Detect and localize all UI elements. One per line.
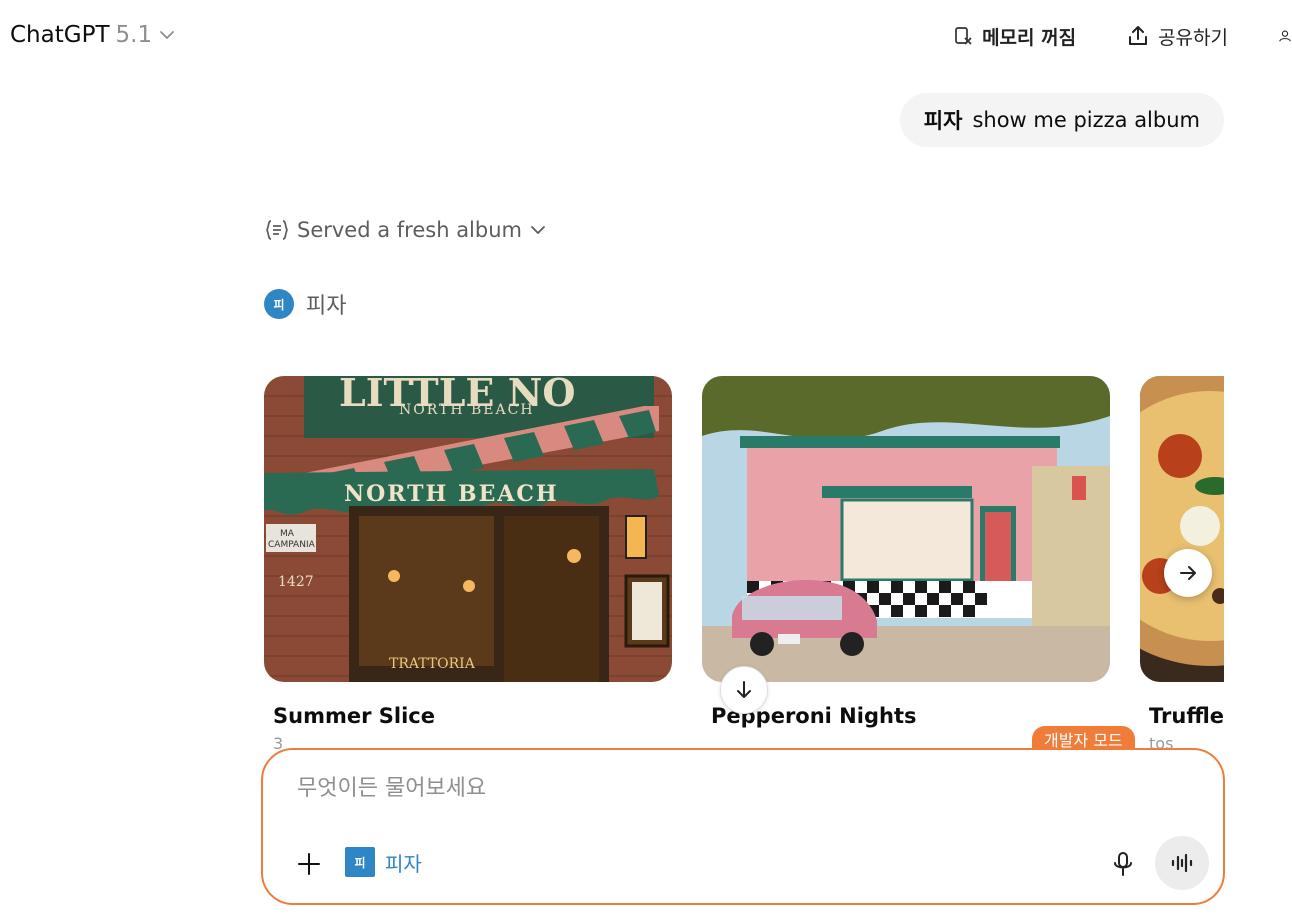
memory-off-icon [955,27,972,45]
reasoning-icon [266,220,288,240]
pizza-image [1140,376,1224,682]
voice-icon [1171,853,1193,873]
user-app-mention: 피자 [923,109,963,133]
chevron-down-icon [160,31,174,39]
user-message-bubble: 피자 show me pizza album [899,93,1224,147]
model-version: 5.1 [115,22,153,48]
prompt-input[interactable] [297,776,1057,801]
app-name: 피자 [306,294,347,319]
share-icon [1129,26,1148,45]
album-card-image: LITTLE NO NORTH BEACH NORTH BEACH TRATTO… [264,376,672,682]
chevron-down-icon [531,226,545,234]
svg-text:1427: 1427 [278,574,314,590]
model-picker[interactable]: ChatGPT 5.1 [10,22,176,48]
share-label: 공유하기 [1158,26,1228,49]
app-icon: 피 [264,289,294,319]
reasoning-toggle[interactable]: Served a fresh album [264,218,547,242]
selected-app-chip[interactable]: 피 피자 [345,847,422,877]
user-icon [1279,30,1291,42]
album-card-image [1140,376,1224,682]
composer: 피 피자 [261,748,1225,905]
mic-icon [1114,852,1132,876]
app-chip-label: 피자 [385,851,422,876]
storefront-image: LITTLE NO NORTH BEACH NORTH BEACH TRATTO… [264,376,672,682]
plus-icon [298,853,320,875]
memory-off-label: 메모리 꺼짐 [982,26,1077,49]
album-card-image [702,376,1110,682]
arrow-right-icon [1180,566,1196,580]
album-card[interactable]: LITTLE NO NORTH BEACH NORTH BEACH TRATTO… [264,376,672,753]
svg-text:MA: MA [280,529,295,539]
svg-text:NORTH BEACH: NORTH BEACH [344,481,559,507]
header-actions: 메모리 꺼짐 공유하기 [952,20,1292,52]
album-card-title: Pepperoni Nights [711,704,917,728]
arrow-down-icon [737,681,751,698]
memory-off-button[interactable]: 메모리 꺼짐 [952,20,1076,52]
app-chip-icon: 피 [345,847,375,877]
voice-mode-button[interactable] [1155,836,1209,890]
app-tag: 피 피자 [264,288,346,320]
reasoning-label: Served a fresh album [297,218,522,242]
carousel-next-button[interactable] [1164,549,1212,597]
svg-text:NORTH BEACH: NORTH BEACH [399,402,535,418]
album-card-title: Truffle [1149,704,1224,728]
album-carousel: LITTLE NO NORTH BEACH NORTH BEACH TRATTO… [264,376,1224,776]
user-button[interactable] [1278,20,1292,52]
scroll-to-bottom-button[interactable] [720,666,768,714]
user-message-text: show me pizza album [972,108,1200,132]
share-button[interactable]: 공유하기 [1126,20,1228,52]
svg-text:TRATTORIA: TRATTORIA [389,656,476,672]
model-name: ChatGPT [10,22,110,48]
album-card-title: Summer Slice [273,704,435,728]
add-attachment-button[interactable] [291,846,327,882]
dictation-button[interactable] [1105,846,1141,882]
svg-text:CAMPANIA: CAMPANIA [268,540,316,550]
diner-image [702,376,1110,682]
